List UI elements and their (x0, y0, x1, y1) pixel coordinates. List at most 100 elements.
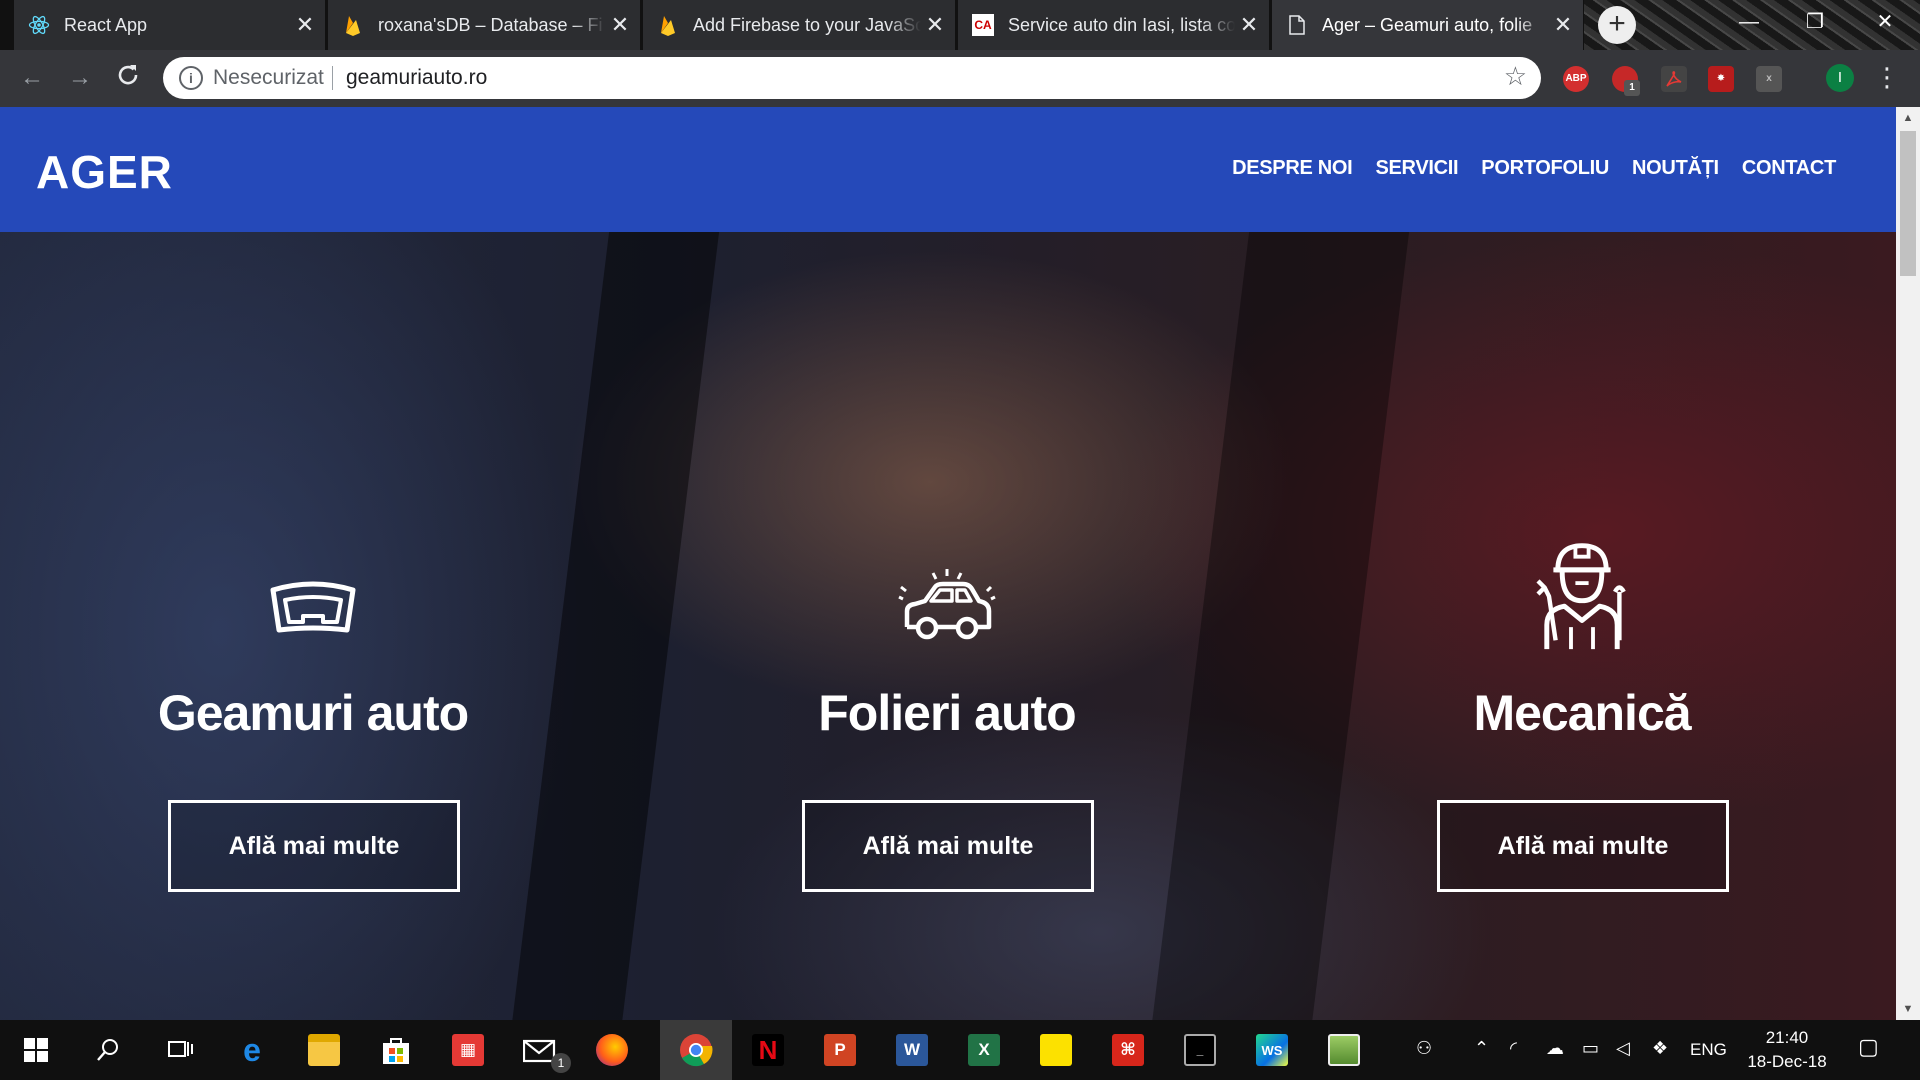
extension-badge: 1 (1624, 80, 1640, 96)
task-view-icon[interactable] (144, 1020, 216, 1080)
tab-strip: React App ✕ roxana'sDB – Database – Fi ✕… (0, 0, 1920, 50)
image-editor-icon[interactable] (1308, 1020, 1380, 1080)
close-icon[interactable]: ✕ (1235, 12, 1263, 38)
learn-more-button[interactable]: Află mai multe (168, 800, 460, 892)
acrobat-icon[interactable]: ⌘ (1092, 1020, 1164, 1080)
clock[interactable]: 21:40 18-Dec-18 (1742, 1026, 1832, 1074)
chrome-icon[interactable] (660, 1020, 732, 1080)
sticky-notes-icon[interactable] (1020, 1020, 1092, 1080)
language-indicator[interactable]: ENG (1690, 1040, 1727, 1060)
restore-button[interactable]: ❐ (1786, 0, 1844, 44)
file-explorer-icon[interactable] (288, 1020, 360, 1080)
powerpoint-icon[interactable]: P (804, 1020, 876, 1080)
profile-avatar[interactable]: I (1826, 64, 1854, 92)
close-icon[interactable]: ✕ (921, 12, 949, 38)
new-tab-button[interactable]: + (1598, 6, 1636, 44)
nav-link-contact[interactable]: CONTACT (1742, 157, 1836, 180)
service-card-mecanica: Mecanică Află mai multe (1382, 232, 1782, 1020)
search-icon[interactable] (72, 1020, 144, 1080)
edge-icon[interactable]: e (216, 1020, 288, 1080)
hero-section: Geamuri auto Află mai multe Folieri auto… (0, 232, 1896, 1020)
tab-firebase-database[interactable]: roxana'sDB – Database – Fi ✕ (328, 0, 641, 50)
vertical-scrollbar[interactable]: ▲ ▼ (1896, 107, 1920, 1020)
tab-service-auto[interactable]: CA Service auto din Iasi, lista co ✕ (958, 0, 1270, 50)
tab-title: React App (64, 14, 148, 35)
forward-button[interactable]: → (64, 62, 96, 94)
excel-extension-icon[interactable]: x (1756, 66, 1782, 92)
menu-icon[interactable]: ⋮ (1874, 62, 1900, 92)
firebase-icon (657, 14, 679, 36)
nav-link-despre-noi[interactable]: DESPRE NOI (1232, 157, 1353, 180)
service-title: Folieri auto (818, 685, 1076, 741)
close-window-button[interactable]: ✕ (1856, 0, 1914, 44)
onedrive-icon[interactable]: ☁ (1546, 1038, 1564, 1059)
security-label: Nesecurizat (213, 66, 324, 89)
gift-icon[interactable]: ▦ (432, 1020, 504, 1080)
mail-badge: 1 (551, 1053, 571, 1073)
notifications-icon[interactable]: ▢ (1858, 1034, 1879, 1060)
reload-button[interactable] (112, 62, 144, 94)
tab-title: Add Firebase to your JavaSc (693, 14, 921, 35)
excel-icon[interactable]: X (948, 1020, 1020, 1080)
tab-title: roxana'sDB – Database – Fi (378, 14, 603, 35)
close-icon[interactable]: ✕ (1549, 12, 1577, 38)
firefox-icon[interactable] (576, 1020, 648, 1080)
store-icon[interactable] (360, 1020, 432, 1080)
mechanic-icon (1536, 543, 1626, 650)
browser-toolbar: ← → i Nesecurizat geamuriauto.ro ☆ ABP 1… (0, 50, 1920, 107)
address-bar[interactable]: i Nesecurizat geamuriauto.ro ☆ (163, 57, 1541, 99)
adblock-plus-icon[interactable]: ABP (1563, 66, 1589, 92)
minimize-button[interactable]: — (1720, 0, 1778, 44)
page-viewport: AGER DESPRE NOI SERVICII PORTOFOLIU NOUT… (0, 107, 1920, 1020)
nav-link-servicii[interactable]: SERVICII (1375, 157, 1458, 180)
nav-link-portofoliu[interactable]: PORTOFOLIU (1481, 157, 1609, 180)
react-icon (28, 14, 50, 36)
site-logo[interactable]: AGER (36, 145, 173, 199)
scroll-down-icon[interactable]: ▼ (1896, 998, 1920, 1020)
word-icon[interactable]: W (876, 1020, 948, 1080)
webstorm-icon[interactable]: WS (1236, 1020, 1308, 1080)
close-icon[interactable]: ✕ (291, 12, 319, 38)
start-icon[interactable] (0, 1020, 72, 1080)
service-card-geamuri: Geamuri auto Află mai multe (113, 232, 513, 1020)
ublock-icon[interactable]: 1 (1612, 66, 1640, 96)
tab-add-firebase[interactable]: Add Firebase to your JavaSc ✕ (643, 0, 956, 50)
dropbox-icon[interactable]: ❖ (1652, 1038, 1668, 1059)
service-title: Mecanică (1473, 685, 1691, 741)
tab-ager[interactable]: Ager – Geamuri auto, folie ✕ (1272, 0, 1584, 50)
scroll-thumb[interactable] (1900, 131, 1916, 276)
service-title: Geamuri auto (157, 685, 469, 741)
site-nav: DESPRE NOI SERVICII PORTOFOLIU NOUTĂȚI C… (1232, 157, 1836, 180)
clock-date: 18-Dec-18 (1747, 1052, 1827, 1071)
close-icon[interactable]: ✕ (606, 12, 634, 38)
learn-more-button[interactable]: Află mai multe (802, 800, 1094, 892)
scroll-up-icon[interactable]: ▲ (1896, 107, 1920, 129)
wifi-icon[interactable]: ◜ (1510, 1038, 1517, 1059)
battery-icon[interactable]: ▭ (1582, 1038, 1599, 1059)
bug-extension-icon[interactable]: ✸ (1708, 66, 1734, 92)
nav-link-noutati[interactable]: NOUTĂȚI (1632, 157, 1719, 180)
mail-icon[interactable]: 1 (504, 1020, 576, 1080)
people-icon[interactable]: ⚇ (1416, 1038, 1432, 1059)
windshield-icon (270, 581, 356, 633)
learn-more-button[interactable]: Află mai multe (1437, 800, 1729, 892)
tab-react-app[interactable]: React App ✕ (14, 0, 326, 50)
netflix-icon[interactable]: N (732, 1020, 804, 1080)
acrobat-extension-icon[interactable] (1661, 66, 1687, 92)
tab-title: Service auto din Iasi, lista co (1008, 14, 1235, 35)
back-button[interactable]: ← (16, 62, 48, 94)
page-icon (1286, 14, 1308, 36)
hero-shade-band (508, 232, 722, 1020)
volume-icon[interactable]: ◁ (1616, 1038, 1630, 1059)
chevron-up-icon[interactable]: ⌃ (1474, 1038, 1489, 1059)
service-card-folieri: Folieri auto Află mai multe (747, 232, 1147, 1020)
site-header: AGER DESPRE NOI SERVICII PORTOFOLIU NOUT… (0, 107, 1896, 232)
info-icon[interactable]: i (179, 66, 203, 90)
terminal-icon[interactable]: _ (1164, 1020, 1236, 1080)
windows-taskbar: e ▦ 1 N P W X ⌘ _ WS ⚇ ⌃ ◜ ☁ ▭ ◁ ❖ ENG 2… (0, 1020, 1920, 1080)
firebase-icon (342, 14, 364, 36)
ca-icon: CA (972, 14, 994, 36)
url-text[interactable]: geamuriauto.ro (346, 66, 487, 90)
tab-title: Ager – Geamuri auto, folie (1322, 14, 1533, 35)
bookmark-star-icon[interactable]: ☆ (1504, 61, 1527, 92)
